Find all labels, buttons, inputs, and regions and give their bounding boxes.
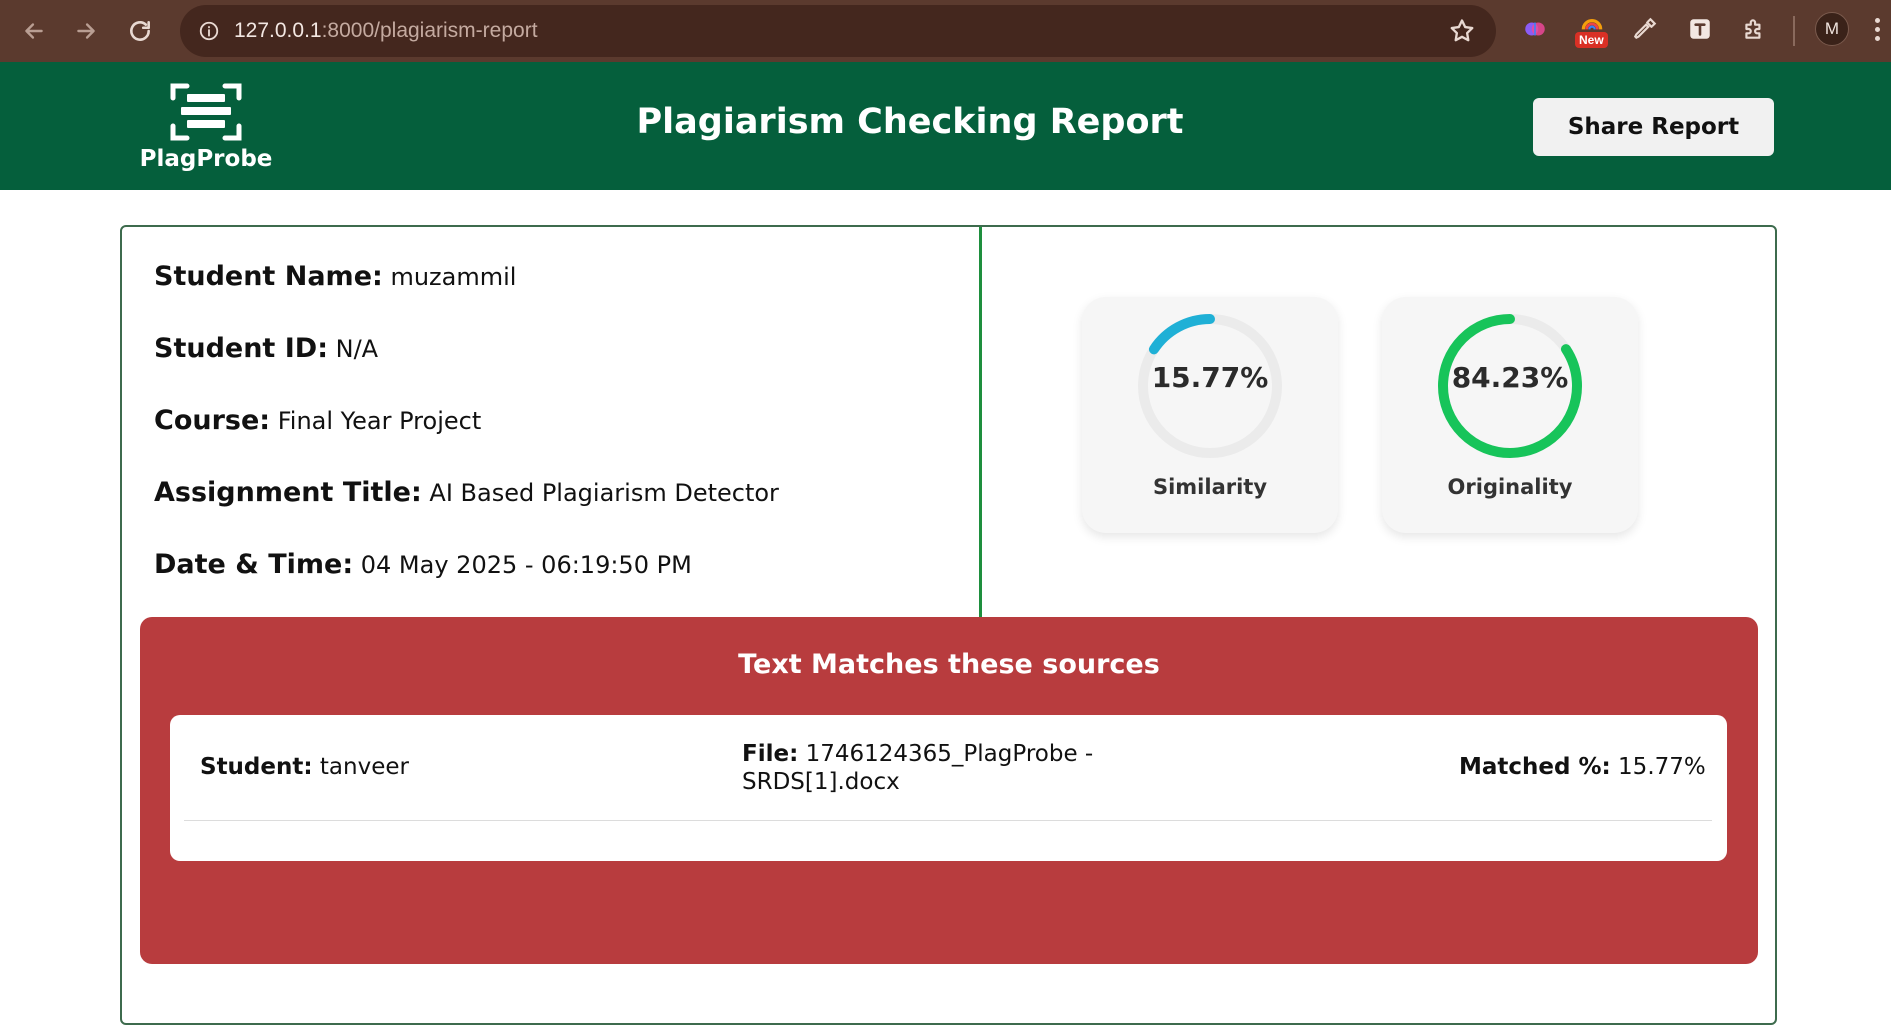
match-list: Student: tanveer File: 1746124365_PlagPr… (170, 715, 1727, 861)
match-student-value: tanveer (319, 754, 409, 780)
similarity-label: Similarity (1152, 475, 1268, 499)
back-button[interactable] (14, 11, 54, 51)
match-student-label: Student: (200, 754, 313, 780)
bookmark-star-icon[interactable] (1448, 17, 1476, 45)
logo[interactable]: PlagProbe (136, 80, 276, 180)
page-title: Plagiarism Checking Report (636, 102, 1184, 142)
browser-menu-icon[interactable] (1868, 12, 1886, 46)
match-percent: Matched %: 15.77% (1459, 753, 1706, 781)
share-report-button[interactable]: Share Report (1533, 98, 1774, 156)
arrow-left-icon (25, 23, 43, 39)
matches-title: Text Matches these sources (738, 649, 1160, 680)
scanner-logo-icon (170, 83, 242, 141)
reload-button[interactable] (120, 11, 160, 51)
assignment-row: Assignment Title: AI Based Plagiarism De… (154, 477, 779, 508)
address-bar[interactable]: 127.0.0.1:8000/plagiarism-report (180, 5, 1496, 57)
url-host: 127.0.0.1 (234, 19, 322, 42)
rainbow-extension-icon[interactable]: New (1572, 12, 1612, 48)
arrow-right-icon (77, 23, 95, 39)
student-name-value: muzammil (390, 263, 517, 291)
similarity-value: 15.77% (1151, 361, 1269, 394)
puzzle-extensions-icon[interactable] (1737, 12, 1771, 46)
new-badge: New (1575, 32, 1608, 48)
report-card: Student Name: muzammil Student ID: N/A C… (120, 225, 1777, 1025)
datetime-label: Date & Time: (154, 549, 354, 580)
student-id-label: Student ID: (154, 333, 328, 364)
brain-extension-icon[interactable] (1518, 12, 1552, 46)
matches-panel: Text Matches these sources Student: tanv… (140, 617, 1758, 964)
forward-button[interactable] (66, 11, 106, 51)
app-header: PlagProbe Plagiarism Checking Report Sha… (0, 62, 1891, 190)
match-percent-value: 15.77% (1618, 754, 1706, 780)
course-value: Final Year Project (277, 407, 482, 435)
course-row: Course: Final Year Project (154, 405, 481, 436)
text-extension-icon[interactable] (1683, 12, 1717, 46)
student-name-label: Student Name: (154, 261, 383, 292)
url-path: :8000/plagiarism-report (321, 19, 538, 42)
match-file: File: 1746124365_PlagProbe - SRDS[1].doc… (742, 740, 1162, 796)
assignment-value: AI Based Plagiarism Detector (429, 479, 779, 507)
student-name-row: Student Name: muzammil (154, 261, 516, 292)
eyedropper-extension-icon[interactable] (1628, 12, 1662, 46)
course-label: Course: (154, 405, 271, 436)
url-text[interactable]: 127.0.0.1:8000/plagiarism-report (234, 19, 538, 43)
assignment-label: Assignment Title: (154, 477, 422, 508)
match-student: Student: tanveer (200, 753, 409, 781)
student-id-value: N/A (335, 335, 379, 363)
similarity-card: 15.77% Similarity (1082, 297, 1338, 533)
reload-icon (130, 21, 150, 41)
logo-text: PlagProbe (139, 146, 273, 172)
student-info-panel: Student Name: muzammil Student ID: N/A C… (122, 227, 982, 617)
datetime-row: Date & Time: 04 May 2025 - 06:19:50 PM (154, 549, 692, 580)
toolbar-divider (1793, 16, 1795, 46)
match-percent-label: Matched %: (1459, 754, 1611, 780)
originality-value: 84.23% (1451, 361, 1569, 394)
originality-label: Originality (1447, 475, 1573, 499)
profile-avatar[interactable]: M (1815, 12, 1849, 46)
originality-card: 84.23% Originality (1382, 297, 1638, 533)
datetime-value: 04 May 2025 - 06:19:50 PM (360, 551, 692, 579)
match-file-label: File: (742, 741, 799, 767)
match-item: Student: tanveer File: 1746124365_PlagPr… (184, 715, 1712, 821)
site-info-icon[interactable] (194, 16, 224, 46)
student-id-row: Student ID: N/A (154, 333, 378, 364)
browser-toolbar: 127.0.0.1:8000/plagiarism-report New M (0, 0, 1891, 62)
